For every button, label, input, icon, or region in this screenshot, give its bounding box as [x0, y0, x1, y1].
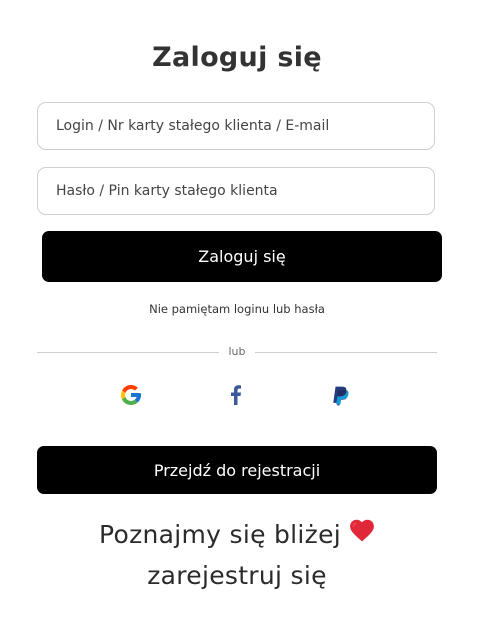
promo-line1-text: Poznajmy się bliżej	[98, 520, 342, 549]
login-input[interactable]	[37, 102, 435, 150]
divider-line-left	[37, 352, 219, 353]
paypal-icon	[333, 386, 349, 406]
google-login-button[interactable]	[117, 380, 145, 410]
paypal-login-button[interactable]	[327, 380, 355, 410]
google-icon	[121, 385, 141, 405]
forgot-password-link[interactable]: Nie pamiętam loginu lub hasła	[0, 302, 474, 316]
facebook-icon	[231, 385, 241, 405]
password-input[interactable]	[37, 167, 435, 215]
divider-label: lub	[228, 345, 246, 358]
promo-subheading: zarejestruj się	[147, 561, 327, 590]
promo-heading: Poznajmy się bliżej	[0, 518, 474, 551]
register-button[interactable]: Przejdź do rejestracji	[37, 446, 437, 494]
facebook-login-button[interactable]	[222, 380, 250, 410]
page-title: Zaloguj się	[152, 42, 322, 73]
heart-icon	[349, 518, 375, 548]
divider-line-right	[255, 352, 437, 353]
login-button[interactable]: Zaloguj się	[42, 231, 442, 282]
